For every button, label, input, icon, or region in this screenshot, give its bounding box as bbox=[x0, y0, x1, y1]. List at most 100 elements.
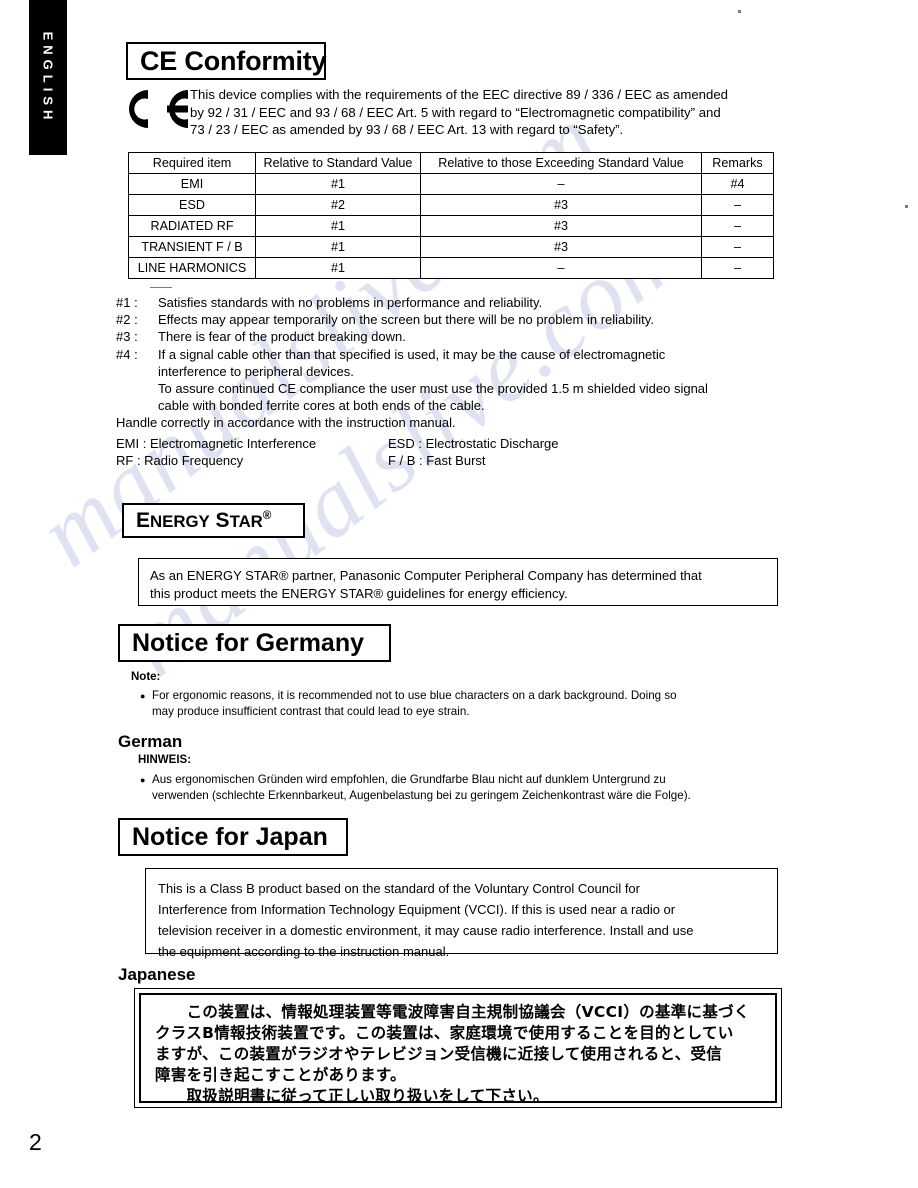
section-heading-energy-star: ENERGY STAR® bbox=[122, 503, 305, 538]
table-cell: – bbox=[701, 194, 774, 216]
footnote-body: There is fear of the product breaking do… bbox=[158, 328, 796, 345]
germany-note-text: For ergonomic reasons, it is recommended… bbox=[152, 688, 677, 719]
footnote-key: #2 : bbox=[116, 312, 138, 328]
table-cell: #3 bbox=[420, 215, 702, 237]
footnote-item: #4 : If a signal cable other than that s… bbox=[116, 346, 796, 415]
abbreviation-left: RF : Radio Frequency bbox=[116, 453, 244, 469]
section-heading-label: CE Conformity bbox=[140, 45, 327, 76]
note-line: verwenden (schlechte Erkennbarkeut, Auge… bbox=[152, 788, 691, 802]
footnote-line: interference to peripheral devices. bbox=[158, 363, 354, 379]
table-header-cell: Remarks bbox=[701, 152, 774, 174]
footnote-key: #4 : bbox=[116, 346, 138, 362]
german-note-bullet-item: ● Aus ergonomischen Gründen wird empfohl… bbox=[140, 772, 790, 803]
ce-conformity-table: Required item Relative to Standard Value… bbox=[128, 152, 774, 279]
ce-intro-line: by 92 / 31 / EEC and 93 / 68 / EEC Art. … bbox=[190, 104, 721, 120]
section-heading-notice-for-japan: Notice for Japan bbox=[118, 818, 348, 856]
estar-tar: TAR bbox=[229, 512, 263, 531]
japanese-line: この装置は、情報処理装置等電波障害自主規制協議会（VCCI）の基準に基づく bbox=[155, 1003, 750, 1021]
language-tab-label: ENGLISH bbox=[40, 31, 56, 124]
table-cell: TRANSIENT F / B bbox=[128, 236, 256, 258]
note-line: may produce insufficient contrast that c… bbox=[152, 704, 470, 718]
german-hinweis-label: HINWEIS: bbox=[138, 754, 192, 766]
footnote-body: If a signal cable other than that specif… bbox=[158, 346, 796, 415]
japanese-line: ますが、この装置がラジオやテレビジョン受信機に近接して使用されると、受信 bbox=[155, 1045, 723, 1063]
statement-line: Interference from Information Technology… bbox=[158, 902, 676, 917]
section-heading-label: Notice for Germany bbox=[132, 628, 365, 657]
footnote-line: Satisfies standards with no problems in … bbox=[158, 295, 543, 310]
japanese-line: 障害を引き起こすことがあります。 bbox=[155, 1066, 406, 1084]
registered-mark-icon: ® bbox=[262, 510, 272, 522]
abbreviation-left: EMI : Electromagnetic Interference bbox=[116, 436, 317, 451]
japanese-line: 取扱説明書に従って正しい取り扱いをして下さい。 bbox=[155, 1087, 549, 1105]
table-cell: ESD bbox=[128, 194, 256, 216]
table-header-row: Required item Relative to Standard Value… bbox=[128, 152, 774, 174]
page-number: 2 bbox=[29, 1129, 42, 1155]
abbreviation-row: EMI : Electromagnetic Interference ESD :… bbox=[116, 435, 796, 452]
section-heading-label: ENERGY STAR® bbox=[136, 510, 271, 531]
japan-vcci-statement-text: This is a Class B product based on the s… bbox=[158, 878, 765, 962]
abbreviation-row: RF : Radio Frequency F / B : Fast Burst bbox=[116, 452, 796, 469]
table-cell: #4 bbox=[701, 173, 774, 195]
table-cell: #2 bbox=[255, 194, 421, 216]
ce-intro-line: 73 / 23 / EEC as amended by 93 / 68 / EE… bbox=[190, 122, 624, 138]
table-row: EMI #1 – #4 bbox=[128, 173, 774, 195]
statement-line: the equipment according to the instructi… bbox=[158, 944, 450, 959]
statement-line: television receiver in a domestic enviro… bbox=[158, 923, 694, 938]
ce-intro-paragraph: This device complies with the requiremen… bbox=[190, 86, 780, 139]
statement-line: As an ENERGY STAR® partner, Panasonic Co… bbox=[150, 568, 702, 583]
energy-star-statement-text: As an ENERGY STAR® partner, Panasonic Co… bbox=[150, 567, 766, 603]
germany-note-bullet-item: ● For ergonomic reasons, it is recommend… bbox=[140, 688, 785, 719]
abbreviation-right: ESD : Electrostatic Discharge bbox=[388, 436, 559, 451]
footnote-item: #3 : There is fear of the product breaki… bbox=[116, 328, 796, 345]
ce-mark-icon bbox=[118, 85, 190, 133]
footnote-key: #3 : bbox=[116, 329, 138, 345]
footnote-body: Effects may appear temporarily on the sc… bbox=[158, 311, 796, 328]
energy-star-statement-box: As an ENERGY STAR® partner, Panasonic Co… bbox=[138, 558, 778, 606]
table-cell: – bbox=[420, 257, 702, 279]
table-cell: #3 bbox=[420, 236, 702, 258]
statement-line: This is a Class B product based on the s… bbox=[158, 881, 640, 896]
bullet-icon: ● bbox=[140, 775, 146, 785]
table-cell: #1 bbox=[255, 173, 421, 195]
japan-vcci-statement-box: This is a Class B product based on the s… bbox=[145, 868, 778, 959]
language-tab-english: ENGLISH bbox=[29, 0, 67, 155]
table-cell: – bbox=[701, 215, 774, 237]
table-cell: EMI bbox=[128, 173, 256, 195]
footnote-item: #2 : Effects may appear temporarily on t… bbox=[116, 311, 796, 328]
ce-footnotes: #1 : Satisfies standards with no problem… bbox=[116, 294, 796, 432]
table-cell: LINE HARMONICS bbox=[128, 257, 256, 279]
footnote-key: #1 : bbox=[116, 295, 138, 310]
estar-cap-s: S bbox=[215, 509, 230, 532]
japanese-language-label: Japanese bbox=[118, 965, 196, 984]
section-heading-ce-conformity: CE Conformity bbox=[126, 42, 327, 80]
estar-cap-e: E bbox=[136, 509, 151, 532]
table-header-cell: Required item bbox=[128, 152, 256, 174]
footnote-body: Satisfies standards with no problems in … bbox=[158, 294, 796, 311]
section-heading-label: Notice for Japan bbox=[132, 822, 328, 851]
footnote-line: cable with bonded ferrite cores at both … bbox=[158, 398, 485, 414]
german-language-label: German bbox=[118, 732, 183, 751]
table-cell: #3 bbox=[420, 194, 702, 216]
handle-correctly-line: Handle correctly in accordance with the … bbox=[116, 415, 456, 431]
japanese-vcci-statement-text: この装置は、情報処理装置等電波障害自主規制協議会（VCCI）の基準に基づく クラ… bbox=[155, 1002, 761, 1107]
japanese-vcci-statement-box: この装置は、情報処理装置等電波障害自主規制協議会（VCCI）の基準に基づく クラ… bbox=[134, 988, 782, 1108]
abbreviation-right: F / B : Fast Burst bbox=[388, 453, 486, 469]
table-row: LINE HARMONICS #1 – – bbox=[128, 257, 774, 279]
table-header-cell: Relative to Standard Value bbox=[255, 152, 421, 174]
footnote-line: Effects may appear temporarily on the sc… bbox=[158, 312, 654, 328]
table-row: TRANSIENT F / B #1 #3 – bbox=[128, 236, 774, 258]
table-cell: #1 bbox=[255, 257, 421, 279]
footnote-item: #1 : Satisfies standards with no problem… bbox=[116, 294, 796, 311]
note-line: Aus ergonomischen Gründen wird empfohlen… bbox=[152, 773, 666, 786]
german-note-text: Aus ergonomischen Gründen wird empfohlen… bbox=[152, 772, 691, 803]
japanese-vcci-inner-border: この装置は、情報処理装置等電波障害自主規制協議会（VCCI）の基準に基づく クラ… bbox=[139, 993, 777, 1105]
table-cell: #1 bbox=[255, 215, 421, 237]
ce-intro-line: This device complies with the requiremen… bbox=[190, 87, 729, 102]
table-header-cell: Relative to those Exceeding Standard Val… bbox=[420, 152, 702, 174]
table-row: ESD #2 #3 – bbox=[128, 194, 774, 216]
table-row: RADIATED RF #1 #3 – bbox=[128, 215, 774, 237]
section-heading-notice-for-germany: Notice for Germany bbox=[118, 624, 391, 662]
footnote-line: To assure continued CE compliance the us… bbox=[158, 381, 708, 397]
table-cell: – bbox=[701, 257, 774, 279]
statement-line: this product meets the ENERGY STAR® guid… bbox=[150, 586, 568, 601]
